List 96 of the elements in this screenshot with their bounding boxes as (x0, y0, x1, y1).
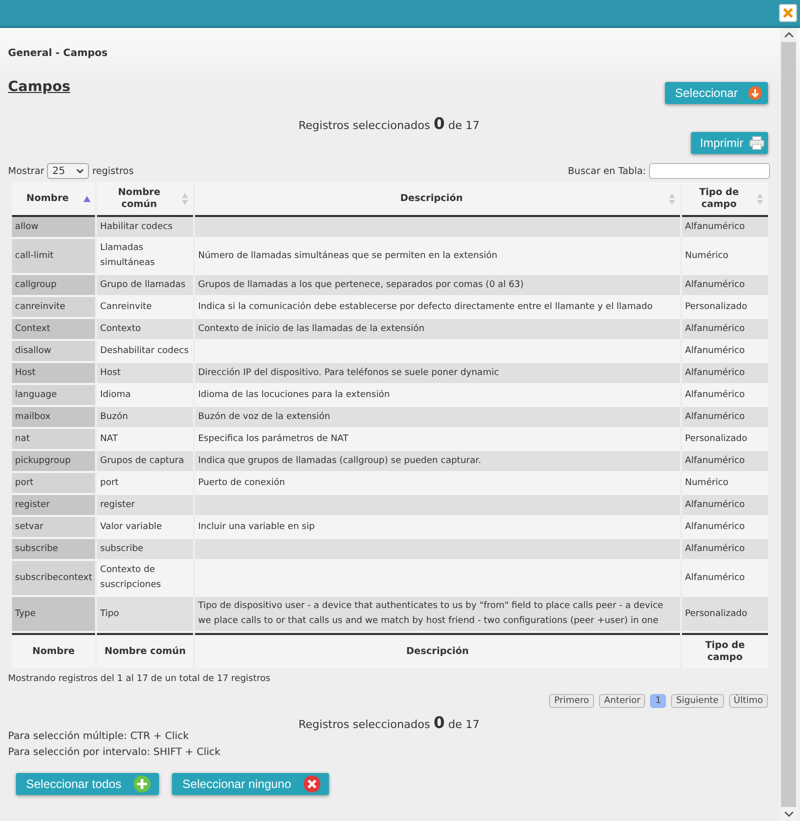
table-cell: Valor variable (97, 517, 194, 539)
table-cell: Alfanumérico (682, 561, 768, 597)
table-cell: nat (12, 429, 96, 451)
table-cell: Host (97, 363, 194, 385)
table-cell: Dirección IP del dispositivo. Para teléfonos se suele poner dynamic (195, 363, 680, 385)
column-footer: Nombre común (97, 633, 194, 668)
table-cell: Especifica los parámetros de NAT (195, 429, 680, 451)
table-cell: disallow (12, 341, 96, 363)
table-cell: Host (12, 363, 96, 385)
table-cell: subscribe (12, 539, 96, 561)
column-footer: Nombre (12, 633, 96, 668)
table-cell: Idioma de las locuciones para la extensión (195, 385, 680, 407)
table-cell: Alfanumérico (682, 517, 768, 539)
table-cell: Grupo de llamadas (97, 275, 194, 297)
page-button[interactable]: 1 (650, 694, 666, 708)
printer-icon (749, 133, 765, 153)
table-cell: Alfanumérico (682, 495, 768, 517)
table-cell: NAT (97, 429, 194, 451)
table-cell: Alfanumérico (682, 539, 768, 561)
close-icon (782, 7, 794, 19)
page-button[interactable]: Siguiente (671, 694, 724, 708)
table-cell: register (12, 495, 96, 517)
table-cell: Buzón (97, 407, 194, 429)
table-cell: Numérico (682, 239, 768, 275)
table-cell: Personalizado (682, 297, 768, 319)
table-cell: subscribe (97, 539, 194, 561)
table-cell: Alfanumérico (682, 341, 768, 363)
table-cell: port (12, 473, 96, 495)
table-cell: call-limit (12, 239, 96, 275)
table-cell: Alfanumérico (682, 275, 768, 297)
table-cell: Incluir una variable en sip (195, 517, 680, 539)
table-info: Mostrando registros del 1 al 17 de un total de 17 registros (8, 674, 272, 684)
plus-icon (133, 775, 152, 793)
table-cell: Grupos de captura (97, 451, 194, 473)
table-cell: Alfanumérico (682, 385, 768, 407)
search-label: Buscar en Tabla: (568, 166, 646, 176)
column-header[interactable]: Descripción (195, 182, 680, 217)
table-cell: mailbox (12, 407, 96, 429)
table-cell: setvar (12, 517, 96, 539)
table-cell: Contexto de suscripciones (97, 561, 194, 597)
table-cell: Número de llamadas simultáneas que se permiten en la extensión (195, 239, 680, 275)
table-cell: Habilitar codecs (97, 217, 194, 239)
table-cell: Personalizado (682, 429, 768, 451)
page-button[interactable]: Anterior (599, 694, 646, 708)
breadcrumb: General - Campos (8, 48, 109, 61)
table-cell: Canreinvite (97, 297, 194, 319)
table-cell: pickupgroup (12, 451, 96, 473)
table-cell: Type (12, 597, 96, 633)
table-cell: Llamadas simultáneas (97, 239, 194, 275)
page-button[interactable]: Último (728, 694, 768, 708)
length-label: registros (92, 166, 134, 176)
table-cell: Indica que grupos de llamadas (callgroup) se pueden capturar. (195, 451, 680, 473)
page-button[interactable]: Primero (549, 694, 594, 708)
column-footer: Tipo de campo (682, 633, 768, 668)
hint-text: Para selección por intervalo: SHIFT + Click (8, 747, 222, 760)
table-cell: Personalizado (682, 597, 768, 633)
table-cell: canreinvite (12, 297, 96, 319)
selected-count: Registros seleccionados 0 de 17 (298, 114, 480, 132)
table-cell: register (97, 495, 194, 517)
length-label: Mostrar (8, 166, 44, 176)
table-cell: Alfanumérico (682, 363, 768, 385)
page-size-select[interactable]: 25 (47, 163, 90, 179)
hint-text: Para selección múltiple: CTR + Click (8, 731, 190, 744)
table-cell: Tipo de dispositivo user - a device that authenticates to us by "from" field to place calls peer - a device we place calls to or that calls us and we match by host friend - two configurations (peer +user) in one (195, 597, 680, 633)
table-cell: Idioma (97, 385, 194, 407)
table-cell: Alfanumérico (682, 407, 768, 429)
table-cell: Deshabilitar codecs (97, 341, 194, 363)
table-cell: Alfanumérico (682, 217, 768, 239)
column-footer: Descripción (195, 633, 680, 668)
table-cell: Alfanumérico (682, 451, 768, 473)
selected-count: Registros seleccionados 0 de 17 (298, 713, 480, 731)
cross-icon (303, 775, 322, 793)
table-cell: subscribecontext (12, 561, 96, 597)
scroll-down-icon[interactable] (784, 810, 794, 818)
table-cell: Contexto de inicio de las llamadas de la extensión (195, 319, 680, 341)
column-header[interactable]: Nombre (12, 182, 96, 217)
page-heading: Campos (8, 79, 70, 95)
table-cell: language (12, 385, 96, 407)
caret-icon (76, 168, 84, 174)
table-cell: port (97, 473, 194, 495)
table-cell: Tipo (97, 597, 194, 633)
table-cell: Puerto de conexión (195, 473, 680, 495)
table-cell: Context (12, 319, 96, 341)
close-button[interactable] (779, 4, 797, 22)
table-cell: Grupos de llamadas a los que pertenece, separados por comas (0 al 63) (195, 275, 680, 297)
table-cell: Alfanumérico (682, 319, 768, 341)
column-header[interactable]: Nombre común (97, 182, 194, 217)
table-cell: Contexto (97, 319, 194, 341)
table-cell: Buzón de voz de la extensión (195, 407, 680, 429)
search-field[interactable] (649, 163, 770, 179)
table-cell: Numérico (682, 473, 768, 495)
scroll-up-icon[interactable] (784, 31, 794, 39)
column-header[interactable]: Tipo de campo (682, 182, 768, 217)
table-cell: allow (12, 217, 96, 239)
table-cell: Indica si la comunicación debe establecerse por defecto directamente entre el llamante y el llamado (195, 297, 680, 319)
table-cell: callgroup (12, 275, 96, 297)
